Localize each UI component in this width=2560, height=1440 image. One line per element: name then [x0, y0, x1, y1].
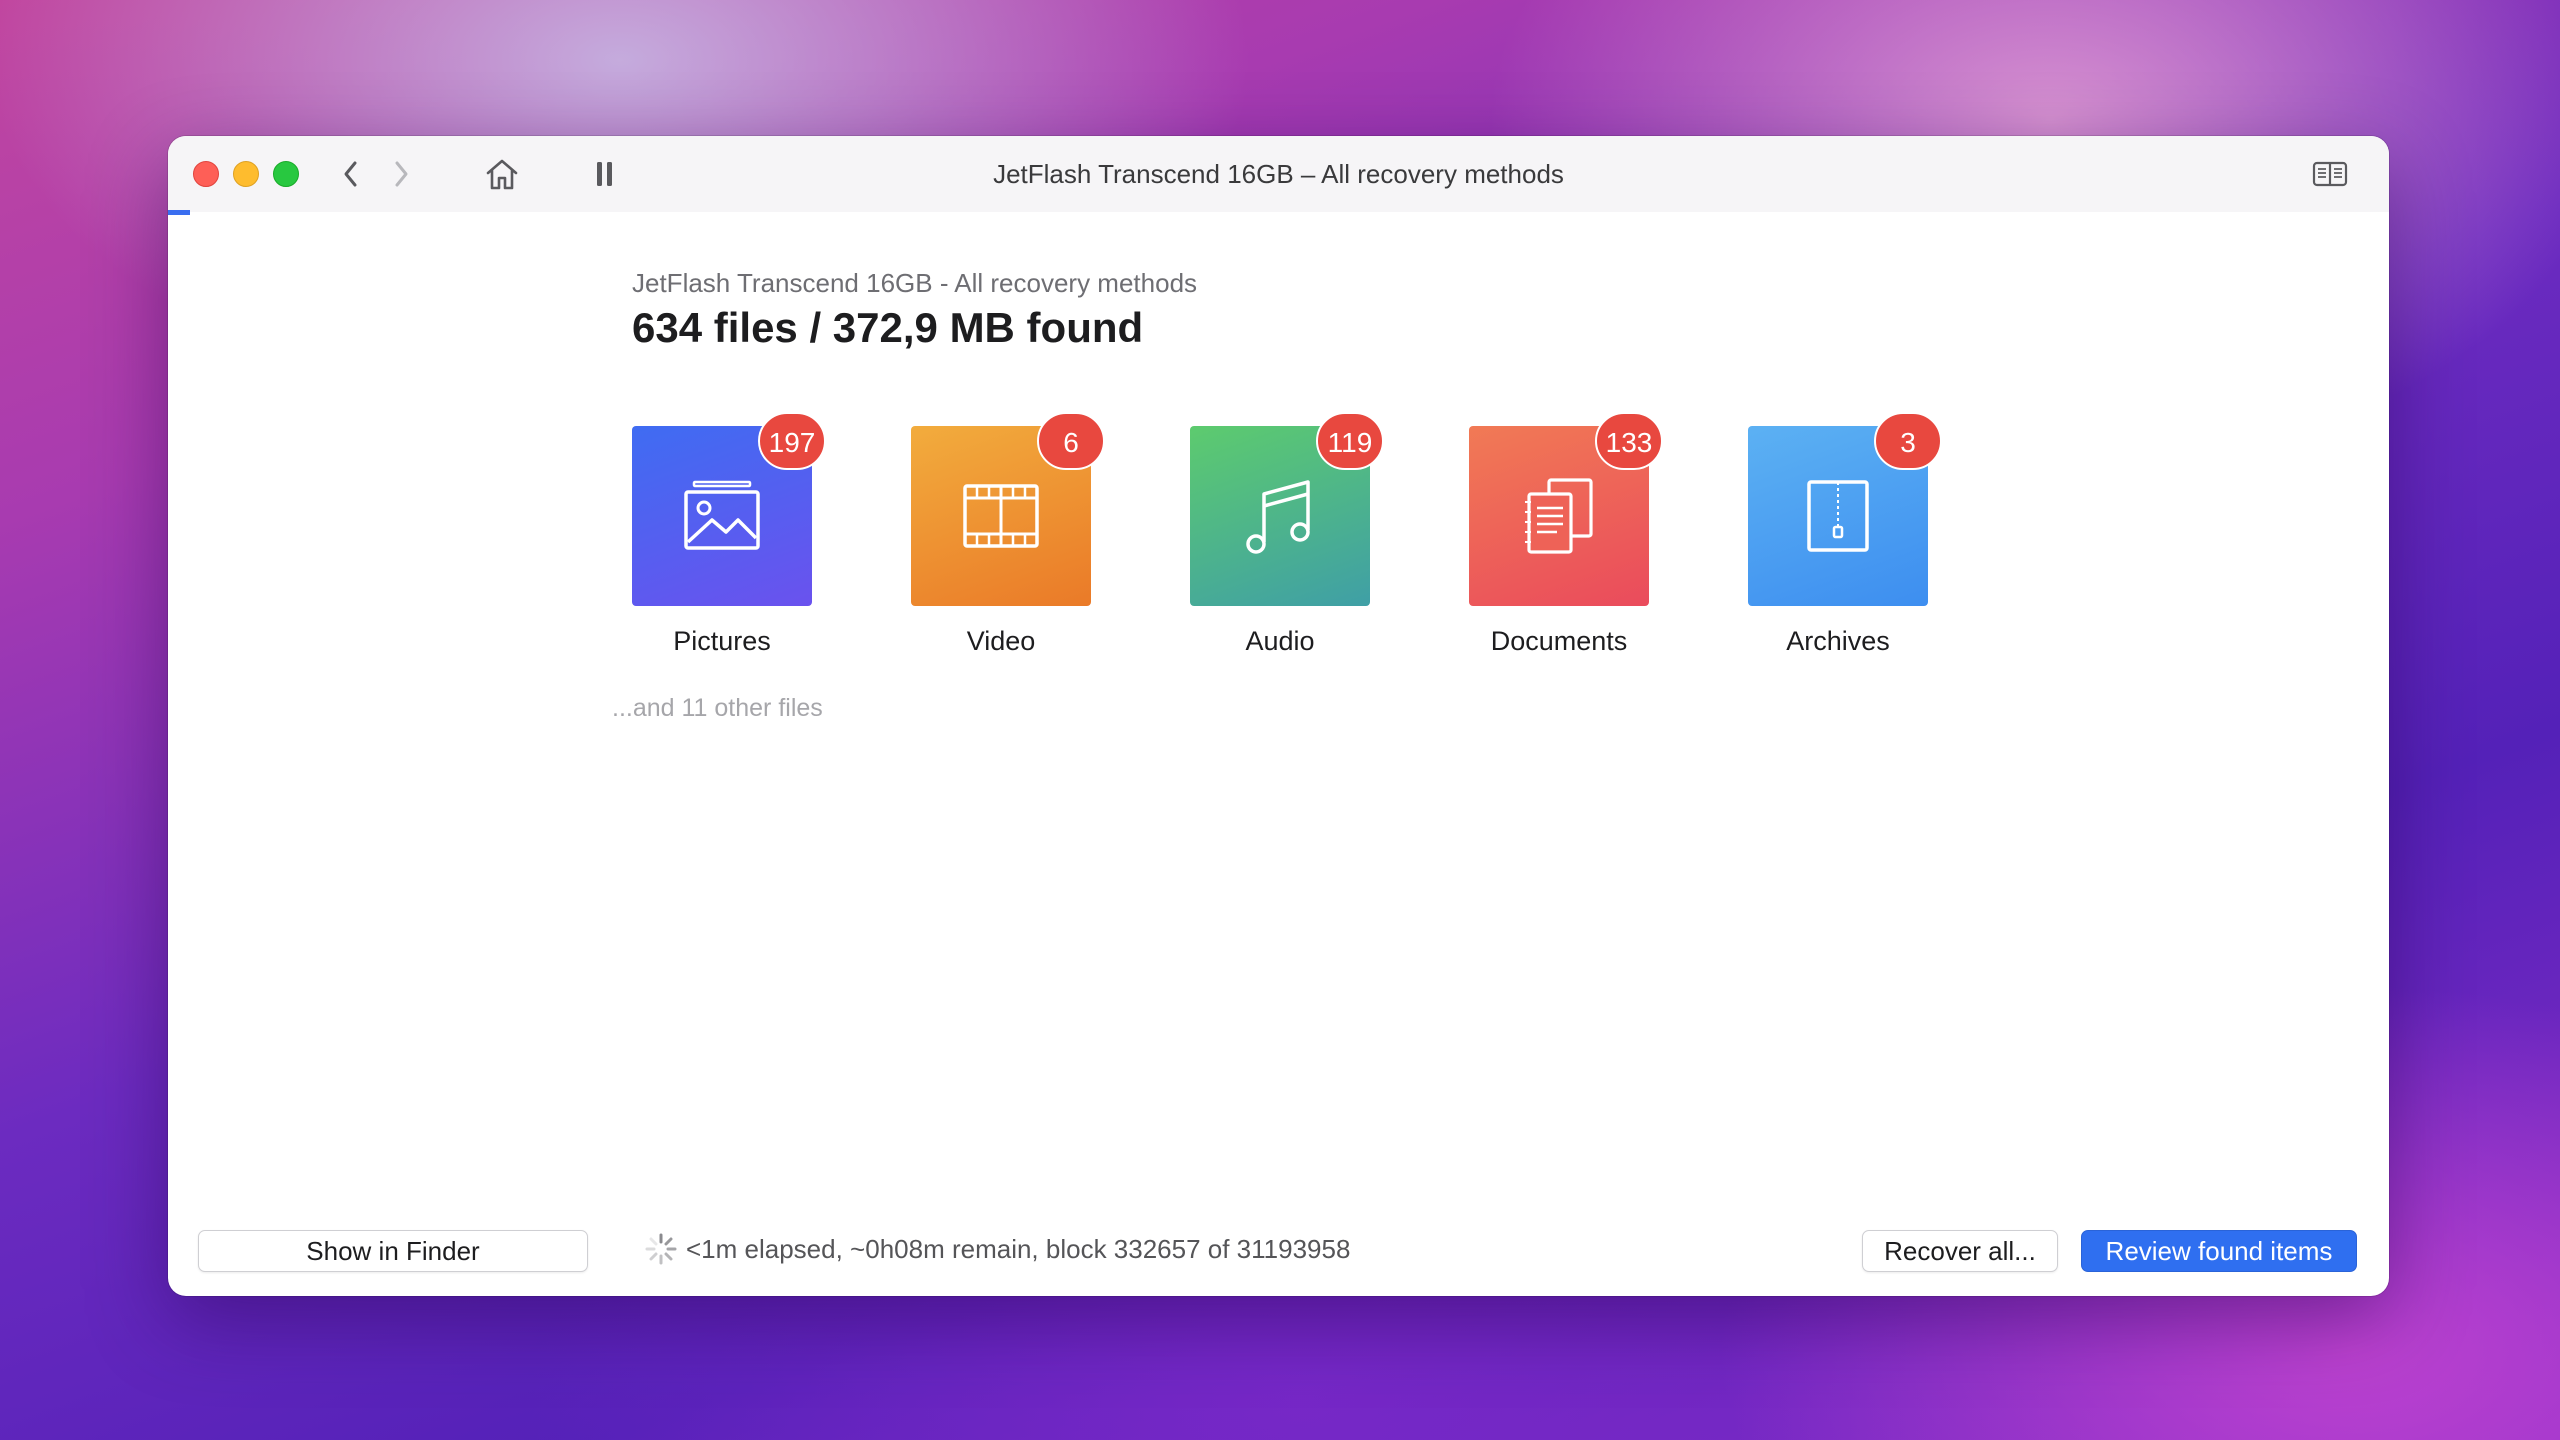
category-label: Video	[966, 626, 1036, 656]
sidebar-toggle-button[interactable]	[2310, 154, 2350, 194]
film-icon	[963, 484, 1039, 548]
count-badge: 3	[1874, 412, 1942, 470]
music-note-icon	[1246, 480, 1310, 554]
category-label: Pictures	[673, 626, 771, 656]
count-badge: 6	[1037, 412, 1105, 470]
category-label: Archives	[1786, 626, 1890, 656]
sidebar-toggle-icon	[2312, 161, 2348, 187]
documents-icon	[1525, 478, 1593, 554]
scan-progress-indicator	[168, 210, 190, 215]
found-summary: 634 files / 372,9 MB found	[632, 304, 1144, 351]
count-badge: 119	[1316, 412, 1384, 470]
count-badge: 133	[1595, 412, 1663, 470]
review-found-items-button[interactable]: Review found items	[2081, 1230, 2357, 1272]
window-title: JetFlash Transcend 16GB – All recovery m…	[993, 159, 1564, 189]
count-badge: 197	[758, 412, 826, 470]
other-files-link[interactable]: ...and 11 other files	[612, 694, 823, 723]
category-label: Documents	[1490, 626, 1628, 656]
recover-all-button[interactable]: Recover all...	[1862, 1230, 2058, 1272]
picture-icon	[684, 480, 760, 550]
archive-zip-icon	[1807, 480, 1869, 552]
spinner-icon	[645, 1233, 677, 1265]
show-in-finder-button[interactable]: Show in Finder	[198, 1230, 588, 1272]
title-bar: JetFlash Transcend 16GB – All recovery m…	[168, 136, 2389, 212]
category-label: Audio	[1245, 626, 1315, 656]
app-window: JetFlash Transcend 16GB – All recovery m…	[168, 136, 2389, 1296]
scan-status-text: <1m elapsed, ~0h08m remain, block 332657…	[686, 1234, 1351, 1264]
scan-source-title: JetFlash Transcend 16GB - All recovery m…	[632, 268, 1198, 298]
